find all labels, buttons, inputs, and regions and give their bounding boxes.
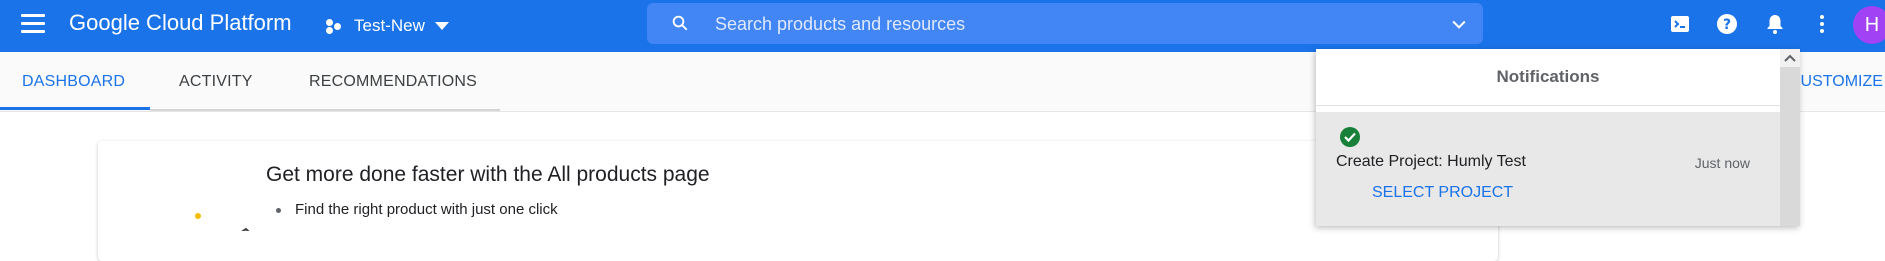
- project-selector[interactable]: Test-New: [326, 13, 449, 39]
- avatar[interactable]: H: [1853, 6, 1885, 44]
- notification-item[interactable]: Create Project: Humly Test Just now SELE…: [1316, 112, 1780, 226]
- svg-text:?: ?: [1723, 17, 1731, 33]
- promo-title: Get more done faster with the All produc…: [266, 163, 710, 186]
- terminal-icon[interactable]: [1668, 12, 1692, 36]
- tab-activity[interactable]: ACTIVITY: [179, 52, 253, 111]
- scroll-up-arrow-icon[interactable]: [1780, 49, 1800, 67]
- top-bar: Google Cloud Platform Test-New ? H: [0, 0, 1885, 52]
- chevron-down-icon[interactable]: [1449, 14, 1469, 34]
- promo-bullet: Find the right product with just one cli…: [276, 201, 558, 218]
- menu-icon[interactable]: [21, 14, 45, 34]
- search-input[interactable]: [715, 12, 1415, 36]
- select-project-button[interactable]: SELECT PROJECT: [1372, 184, 1513, 202]
- search-bar[interactable]: [647, 3, 1483, 44]
- notifications-header: Notifications: [1316, 49, 1780, 106]
- bell-icon[interactable]: [1763, 12, 1787, 36]
- tab-dashboard[interactable]: DASHBOARD: [22, 52, 125, 111]
- customize-button[interactable]: CUSTOMIZE: [1789, 52, 1883, 111]
- active-tab-indicator: [0, 107, 150, 110]
- bullet-dot: [276, 207, 281, 213]
- tab-recommendations[interactable]: RECOMMENDATIONS: [309, 52, 477, 111]
- caret-down-icon: [434, 22, 449, 30]
- products-illustration-icon: [195, 213, 250, 231]
- all-products-promo-card: Get more done faster with the All produc…: [98, 141, 1498, 261]
- app-title[interactable]: Google Cloud Platform: [69, 10, 292, 36]
- project-dots-icon: [326, 17, 346, 35]
- more-vert-icon[interactable]: [1810, 12, 1834, 36]
- notifications-scrollbar[interactable]: [1780, 49, 1800, 226]
- check-circle-icon: [1340, 127, 1360, 147]
- search-icon: [672, 15, 688, 31]
- help-icon[interactable]: ?: [1715, 12, 1739, 36]
- notification-time: Just now: [1694, 155, 1750, 171]
- notifications-panel: Notifications Create Project: Humly Test…: [1316, 49, 1800, 226]
- promo-bullet-text: Find the right product with just one cli…: [295, 201, 558, 218]
- tab-divider: [150, 109, 500, 111]
- notification-title: Create Project: Humly Test: [1336, 153, 1526, 170]
- project-name: Test-New: [354, 16, 425, 35]
